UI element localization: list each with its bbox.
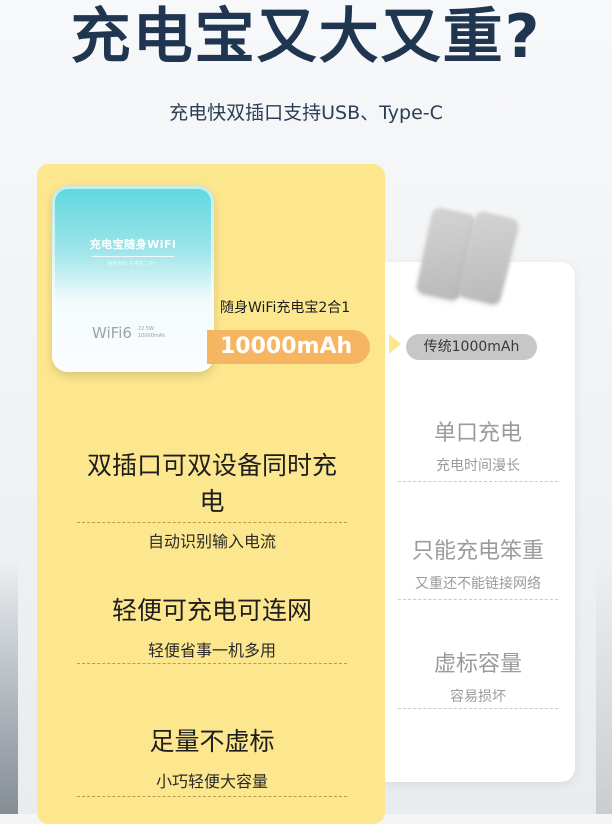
drawback-subtitle: 又重还不能链接网络: [415, 576, 541, 592]
wifi6-logo: WiFi6: [92, 324, 132, 342]
dashed-divider: [398, 481, 558, 482]
dashed-divider: [77, 796, 347, 797]
device-spec: 22.5W 10000mAh: [138, 326, 165, 340]
feature-item: 双插口可双设备同时充电 自动识别输入电流: [77, 446, 347, 552]
drawback-title: 虚标容量: [433, 652, 522, 677]
subheadline: 充电快双插口支持USB、Type-C: [169, 102, 443, 124]
dashed-divider: [398, 708, 558, 709]
feature-subtitle: 自动识别输入电流: [147, 532, 276, 551]
drawback-item: 虚标容量 容易损坏: [398, 646, 558, 706]
feature-title: 足量不虚标: [149, 727, 275, 756]
drawback-item: 只能充电笨重 又重还不能链接网络: [398, 533, 558, 593]
right-edge-shadow: [596, 560, 612, 814]
drawback-subtitle: 充电时间漫长: [436, 458, 520, 474]
capacity-text: 10000mAh: [220, 334, 353, 359]
comparison-arrow: [389, 334, 401, 354]
dashed-divider: [398, 599, 558, 600]
feature-subtitle: 轻便省事一机多用: [147, 641, 276, 660]
product-tag: 随身WiFi充电宝2合1: [220, 300, 351, 316]
dashed-divider: [77, 522, 347, 523]
feature-item: 轻便可充电可连网 轻便省事一机多用: [77, 591, 347, 661]
feature-title: 双插口可双设备同时充电: [86, 451, 337, 516]
headline: 充电宝又大又重?: [70, 2, 542, 72]
device-spec-capacity: 10000mAh: [138, 333, 166, 339]
wifi-powerbank-image: 充电宝随身WiFi 随身WiFi 充电宝二合一 WiFi6 22.5W 1000…: [52, 186, 214, 372]
drawback-item: 单口充电 充电时间漫长: [398, 415, 558, 475]
drawback-title: 单口充电: [433, 421, 522, 446]
drawback-title: 只能充电笨重: [411, 539, 544, 564]
device-divider: [92, 256, 174, 257]
device-small-text: 随身WiFi 充电宝二合一: [107, 261, 159, 267]
drawback-subtitle: 容易损坏: [450, 689, 506, 705]
left-edge-shadow: [0, 560, 18, 814]
feature-item: 足量不虚标 小巧轻便大容量: [77, 722, 347, 792]
traditional-capacity-pill: 传统1000mAh: [406, 334, 537, 360]
device-brand-text: 充电宝随身WiFi: [89, 238, 177, 251]
device-spec-power: 22.5W: [138, 326, 155, 332]
dashed-divider: [77, 663, 347, 664]
feature-title: 轻便可充电可连网: [111, 596, 312, 625]
feature-subtitle: 小巧轻便大容量: [155, 772, 268, 791]
